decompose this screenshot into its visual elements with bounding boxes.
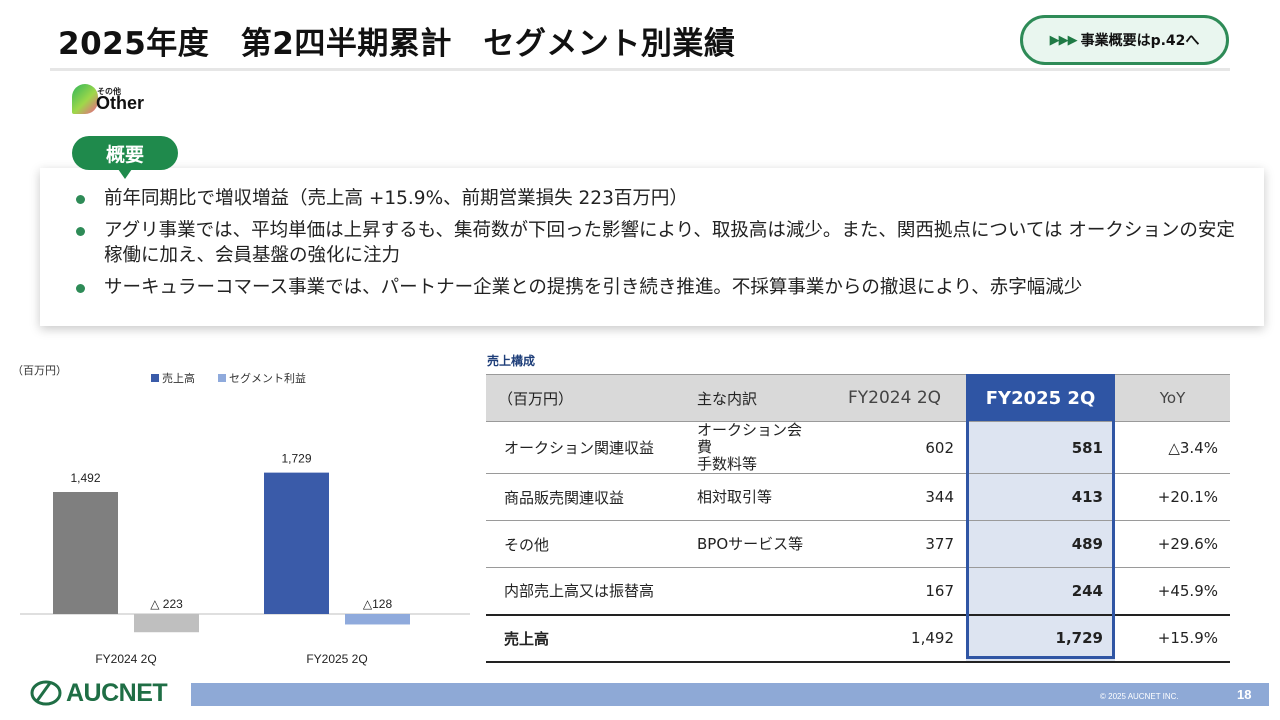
table-total-row: 売上高 1,492 1,729 +15.9%	[486, 613, 1230, 663]
bar-sales	[53, 492, 118, 614]
summary-bullet: アグリ事業では、平均単価は上昇するも、集荷数が下回った影響により、取扱高は減少。…	[70, 218, 1250, 268]
table-row: 商品販売関連収益 相対取引等 344 413 +20.1%	[486, 473, 1230, 521]
revenue-table-title: 売上構成	[487, 354, 536, 368]
category-label: FY2024 2Q	[95, 652, 156, 666]
legend-swatch	[218, 374, 226, 382]
summary-bullet: 前年同期比で増収増益（売上高 +15.9%、前期営業損失 223百万円）	[70, 186, 1250, 211]
legend-swatch	[151, 374, 159, 382]
row-breakdown	[685, 567, 823, 615]
total-fy2024: 1,492	[823, 613, 966, 663]
data-label: △128	[363, 597, 393, 611]
bar-sales	[264, 472, 329, 614]
company-name: AUCNET	[66, 679, 168, 707]
total-fy2025: 1,729	[966, 613, 1115, 663]
triple-arrow-icon: ▶▶▶	[1049, 32, 1078, 48]
legend-label: 売上高	[162, 371, 195, 385]
segment-leaf-icon	[72, 84, 98, 114]
row-fy2024: 602	[823, 421, 966, 474]
row-fy2025: 244	[966, 567, 1115, 615]
table-row: オークション関連収益 オークション会費 手数料等 602 581 △3.4%	[486, 421, 1230, 474]
segment-bar-chart: （百万円） 売上高 セグメント利益 1,492 △ 223 FY2024 2Q 1,729 △…	[12, 364, 470, 666]
overview-page-link-button[interactable]: ▶▶▶ 事業概要はp.42へ	[1020, 15, 1229, 65]
category-label: FY2025 2Q	[306, 652, 367, 666]
total-segment: 売上高	[486, 613, 685, 663]
page-title: 2025年度 第2四半期累計 セグメント別業績	[58, 26, 736, 62]
row-segment: その他	[486, 520, 685, 568]
header-unit: （百万円）	[486, 374, 685, 422]
row-yoy: +29.6%	[1115, 520, 1230, 568]
row-segment: 商品販売関連収益	[486, 473, 685, 521]
row-breakdown: 相対取引等	[685, 473, 823, 521]
row-breakdown: BPOサービス等	[685, 520, 823, 568]
data-label: 1,729	[281, 452, 311, 466]
table-row: 内部売上高又は振替高 167 244 +45.9%	[486, 567, 1230, 615]
bar-profit	[134, 614, 199, 633]
row-fy2024: 167	[823, 567, 966, 615]
overview-page-link-label: 事業概要はp.42へ	[1080, 33, 1200, 49]
data-label: △ 223	[150, 597, 183, 611]
table-header-row: （百万円） 主な内訳 FY2024 2Q FY2025 2Q YoY	[486, 374, 1230, 422]
row-yoy: △3.4%	[1115, 421, 1230, 474]
data-label: 1,492	[70, 471, 100, 485]
bar-profit	[345, 614, 410, 625]
summary-badge: 概要	[72, 136, 178, 179]
row-breakdown: オークション会費 手数料等	[685, 421, 823, 474]
row-yoy: +45.9%	[1115, 567, 1230, 615]
segment-logo-text: Other	[96, 93, 145, 113]
title-divider	[50, 68, 1230, 71]
row-fy2025: 581	[966, 421, 1115, 474]
row-fy2025: 489	[966, 520, 1115, 568]
other-segment-logo: その他 Other	[70, 82, 160, 118]
bullet-dot-icon	[76, 227, 85, 236]
row-yoy: +20.1%	[1115, 473, 1230, 521]
header-fy2024: FY2024 2Q	[823, 374, 966, 422]
summary-bullet: サーキュラーコマース事業では、パートナー企業との提携を引き続き推進。不採算事業か…	[70, 275, 1250, 300]
copyright: © 2025 AUCNET INC.	[1100, 692, 1179, 701]
table-row: その他 BPOサービス等 377 489 +29.6%	[486, 520, 1230, 568]
page-number: 18	[1237, 687, 1252, 702]
bullet-dot-icon	[76, 284, 85, 293]
row-fy2024: 344	[823, 473, 966, 521]
chart-unit-label: （百万円）	[12, 364, 67, 377]
row-fy2025: 413	[966, 473, 1115, 521]
legend-label: セグメント利益	[229, 371, 306, 385]
company-logo: AUCNET	[30, 679, 180, 709]
total-yoy: +15.9%	[1115, 613, 1230, 663]
header-yoy: YoY	[1115, 374, 1230, 422]
header-breakdown: 主な内訳	[685, 374, 823, 422]
row-fy2024: 377	[823, 520, 966, 568]
total-breakdown	[685, 613, 823, 663]
row-segment: オークション関連収益	[486, 421, 685, 474]
aucnet-mark-icon	[30, 680, 62, 706]
summary-bullets: 前年同期比で増収増益（売上高 +15.9%、前期営業損失 223百万円） アグリ…	[70, 186, 1250, 307]
row-segment: 内部売上高又は振替高	[486, 567, 685, 615]
header-fy2025: FY2025 2Q	[966, 374, 1115, 422]
revenue-breakdown-table: （百万円） 主な内訳 FY2024 2Q FY2025 2Q YoY オークショ…	[486, 374, 1230, 663]
bullet-dot-icon	[76, 195, 85, 204]
